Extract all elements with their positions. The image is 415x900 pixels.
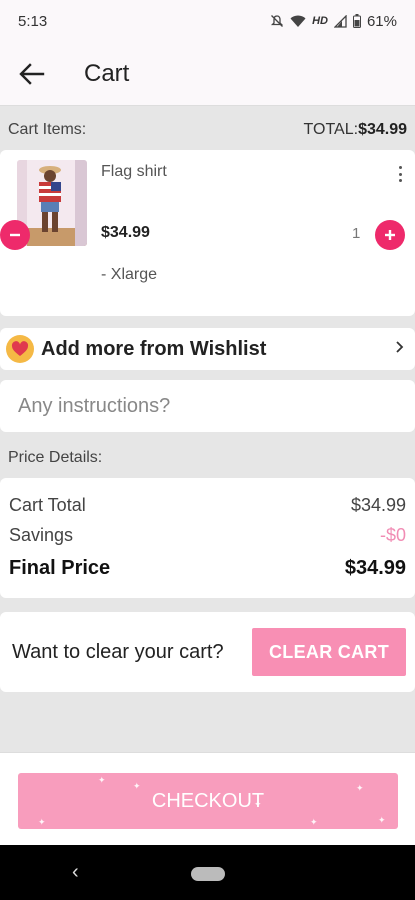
instructions-field-container (0, 380, 415, 432)
signal-icon (333, 14, 347, 28)
network-type: HD (312, 15, 328, 27)
more-vert-icon[interactable] (392, 164, 408, 184)
cart-total-label: Cart Total (9, 494, 86, 515)
app-bar: Cart (0, 42, 415, 106)
minus-icon (10, 233, 20, 237)
cart-total-value: $34.99 (350, 494, 406, 515)
sparkle-decoration: ✦ (133, 781, 141, 791)
cart-items-header: Cart Items: TOTAL:$34.99 (0, 112, 415, 148)
total-prefix: TOTAL: (303, 121, 359, 138)
heart-icon (6, 335, 34, 363)
product-size: - Xlarge (101, 266, 158, 283)
mute-icon (270, 14, 284, 28)
wifi-icon (290, 15, 306, 28)
battery-percent: 61% (366, 12, 397, 30)
final-price-value: $34.99 (344, 556, 406, 579)
total-value: $34.99 (358, 121, 407, 138)
sparkle-decoration: ✦ (356, 783, 364, 793)
final-price-row: Final Price $34.99 (9, 550, 406, 586)
savings-value: -$0 (379, 524, 406, 545)
nav-back-icon[interactable]: ‹ (72, 861, 79, 884)
price-details-header: Price Details: (0, 440, 415, 476)
savings-label: Savings (9, 524, 74, 545)
wishlist-label: Add more from Wishlist (41, 337, 267, 360)
cart-total-summary: TOTAL:$34.99 (304, 121, 407, 139)
sparkle-decoration: ✦ (38, 817, 46, 827)
back-arrow-icon (19, 62, 45, 85)
decrease-quantity-button[interactable] (0, 220, 30, 250)
clear-cart-button[interactable]: CLEAR CART (252, 628, 406, 676)
sparkle-decoration: ✦ (254, 799, 262, 809)
chevron-right-icon (395, 340, 405, 359)
increase-quantity-button[interactable] (375, 220, 405, 250)
status-icons: HD 61% (270, 13, 397, 30)
checkout-label: CHECKOUT (151, 789, 265, 812)
sparkle-decoration: ✦ (378, 815, 386, 825)
savings-row: Savings -$0 (9, 520, 406, 550)
status-bar: 5:13 HD 61% (0, 0, 415, 42)
checkout-button[interactable]: CHECKOUT ✦ ✦ ✦ ✦ ✦ ✦ ✦ (18, 773, 398, 829)
cart-total-row: Cart Total $34.99 (9, 490, 406, 520)
clear-cart-card: Want to clear your cart? CLEAR CART (0, 612, 415, 692)
back-button[interactable] (0, 42, 64, 106)
add-from-wishlist-row[interactable]: Add more from Wishlist (0, 328, 415, 370)
page-title: Cart (84, 59, 130, 87)
final-price-label: Final Price (9, 556, 111, 579)
checkout-footer: CHECKOUT ✦ ✦ ✦ ✦ ✦ ✦ ✦ (0, 752, 415, 845)
instructions-input[interactable] (18, 394, 398, 418)
price-details-card: Cart Total $34.99 Savings -$0 Final Pric… (0, 478, 415, 598)
system-navigation-bar: ‹ (0, 845, 415, 900)
nav-home-pill[interactable] (191, 867, 225, 881)
plus-icon (385, 230, 395, 240)
cart-item-card: 1 (0, 150, 415, 316)
product-name[interactable]: Flag shirt (101, 163, 167, 181)
sparkle-decoration: ✦ (98, 775, 106, 785)
battery-icon (352, 14, 361, 28)
price-details-label: Price Details: (8, 449, 103, 466)
product-price: $34.99 (101, 224, 150, 241)
cart-items-label: Cart Items: (8, 121, 87, 138)
status-time: 5:13 (18, 12, 48, 30)
quantity-value: 1 (352, 225, 361, 242)
sparkle-decoration: ✦ (310, 817, 318, 827)
clear-cart-question: Want to clear your cart? (12, 641, 224, 663)
